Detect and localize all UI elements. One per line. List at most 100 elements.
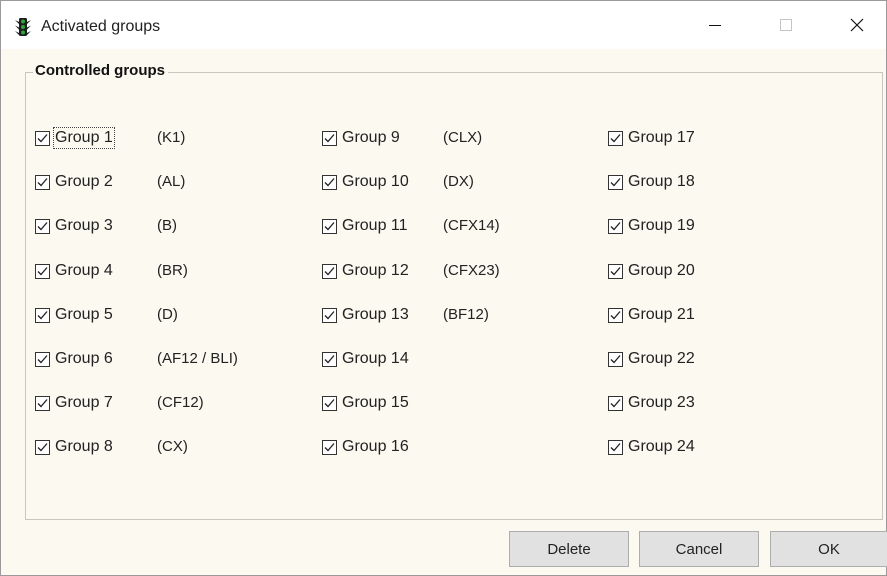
- group-checkbox[interactable]: Group 6: [35, 348, 113, 370]
- close-button[interactable]: [827, 1, 887, 49]
- checkbox-box[interactable]: [322, 263, 337, 279]
- checkbox-box[interactable]: [608, 439, 623, 455]
- checkbox-label[interactable]: Group 21: [628, 306, 695, 324]
- group-checkbox[interactable]: Group 17: [608, 127, 695, 149]
- checkbox-box[interactable]: [608, 218, 623, 234]
- ok-button[interactable]: OK: [770, 531, 887, 567]
- checkbox-box[interactable]: [35, 130, 50, 146]
- checkmark-icon: [610, 310, 621, 319]
- checkbox-label[interactable]: Group 16: [342, 438, 409, 456]
- group-checkbox[interactable]: Group 22: [608, 348, 695, 370]
- group-checkbox[interactable]: Group 1: [35, 127, 115, 149]
- group-checkbox[interactable]: Group 23: [608, 392, 695, 414]
- checkbox-box[interactable]: [608, 395, 623, 411]
- group-checkbox[interactable]: Group 18: [608, 171, 695, 193]
- group-checkbox[interactable]: Group 9: [322, 127, 400, 149]
- group-checkbox[interactable]: Group 13: [322, 304, 409, 326]
- checkbox-box[interactable]: [35, 395, 50, 411]
- checkbox-label[interactable]: Group 4: [55, 262, 113, 280]
- group-checkbox[interactable]: Group 15: [322, 392, 409, 414]
- checkbox-label[interactable]: Group 9: [342, 129, 400, 147]
- checkbox-box[interactable]: [322, 218, 337, 234]
- checkbox-box[interactable]: [35, 218, 50, 234]
- checkmark-icon: [324, 310, 335, 319]
- maximize-icon: [780, 19, 792, 31]
- checkbox-box[interactable]: [322, 351, 337, 367]
- group-checkbox[interactable]: Group 14: [322, 348, 409, 370]
- checkbox-label[interactable]: Group 12: [342, 262, 409, 280]
- group-checkbox[interactable]: Group 4: [35, 260, 113, 282]
- checkbox-label[interactable]: Group 7: [55, 394, 113, 412]
- dialog-window: Activated groups Controlled groups Group…: [0, 0, 887, 576]
- checkbox-box[interactable]: [608, 263, 623, 279]
- checkbox-label[interactable]: Group 14: [342, 350, 409, 368]
- checkbox-box[interactable]: [35, 439, 50, 455]
- group-checkbox[interactable]: Group 16: [322, 436, 409, 458]
- group-checkbox[interactable]: Group 7: [35, 392, 113, 414]
- checkmark-icon: [610, 354, 621, 363]
- checkbox-box[interactable]: [322, 130, 337, 146]
- groupbox-legend: Controlled groups: [33, 62, 168, 79]
- checkbox-box[interactable]: [608, 130, 623, 146]
- group-code: (BR): [157, 262, 188, 279]
- checkbox-box[interactable]: [608, 351, 623, 367]
- close-icon: [850, 18, 864, 32]
- checkmark-icon: [324, 398, 335, 407]
- checkbox-label[interactable]: Group 23: [628, 394, 695, 412]
- checkbox-label[interactable]: Group 5: [55, 306, 113, 324]
- group-checkbox[interactable]: Group 5: [35, 304, 113, 326]
- checkbox-box[interactable]: [322, 439, 337, 455]
- checkmark-icon: [37, 354, 48, 363]
- group-checkbox[interactable]: Group 20: [608, 260, 695, 282]
- checkbox-label[interactable]: Group 17: [628, 129, 695, 147]
- checkbox-box[interactable]: [322, 307, 337, 323]
- checkbox-label[interactable]: Group 19: [628, 217, 695, 235]
- checkbox-label[interactable]: Group 10: [342, 173, 409, 191]
- checkmark-icon: [324, 221, 335, 230]
- checkbox-box[interactable]: [322, 395, 337, 411]
- checkbox-box[interactable]: [322, 174, 337, 190]
- group-code: (CX): [157, 438, 188, 455]
- checkmark-icon: [324, 266, 335, 275]
- checkbox-label[interactable]: Group 6: [55, 350, 113, 368]
- checkbox-label[interactable]: Group 22: [628, 350, 695, 368]
- maximize-button[interactable]: [756, 1, 816, 49]
- group-checkbox[interactable]: Group 2: [35, 171, 113, 193]
- checkbox-box[interactable]: [608, 174, 623, 190]
- delete-button[interactable]: Delete: [509, 531, 629, 567]
- minimize-button[interactable]: [685, 1, 745, 49]
- checkbox-label[interactable]: Group 8: [55, 438, 113, 456]
- checkbox-label[interactable]: Group 24: [628, 438, 695, 456]
- cancel-button[interactable]: Cancel: [639, 531, 759, 567]
- checkmark-icon: [610, 442, 621, 451]
- group-code: (AF12 / BLI): [157, 350, 238, 367]
- checkbox-label[interactable]: Group 2: [55, 173, 113, 191]
- checkbox-box[interactable]: [35, 174, 50, 190]
- checkmark-icon: [37, 221, 48, 230]
- checkbox-box[interactable]: [608, 307, 623, 323]
- checkbox-label[interactable]: Group 18: [628, 173, 695, 191]
- checkbox-box[interactable]: [35, 263, 50, 279]
- checkmark-icon: [37, 442, 48, 451]
- group-checkbox[interactable]: Group 21: [608, 304, 695, 326]
- checkbox-label[interactable]: Group 11: [342, 217, 408, 235]
- group-code: (CF12): [157, 394, 204, 411]
- checkmark-icon: [37, 266, 48, 275]
- checkbox-box[interactable]: [35, 307, 50, 323]
- checkbox-label[interactable]: Group 13: [342, 306, 409, 324]
- checkmark-icon: [610, 266, 621, 275]
- checkbox-label[interactable]: Group 15: [342, 394, 409, 412]
- checkbox-label[interactable]: Group 3: [55, 217, 113, 235]
- checkbox-label[interactable]: Group 1: [53, 127, 115, 149]
- group-code: (B): [157, 217, 177, 234]
- group-checkbox[interactable]: Group 12: [322, 260, 409, 282]
- checkbox-box[interactable]: [35, 351, 50, 367]
- checkbox-label[interactable]: Group 20: [628, 262, 695, 280]
- group-checkbox[interactable]: Group 8: [35, 436, 113, 458]
- group-checkbox[interactable]: Group 10: [322, 171, 409, 193]
- checkmark-icon: [610, 133, 621, 142]
- group-checkbox[interactable]: Group 24: [608, 436, 695, 458]
- group-checkbox[interactable]: Group 19: [608, 215, 695, 237]
- group-checkbox[interactable]: Group 3: [35, 215, 113, 237]
- group-checkbox[interactable]: Group 11: [322, 215, 408, 237]
